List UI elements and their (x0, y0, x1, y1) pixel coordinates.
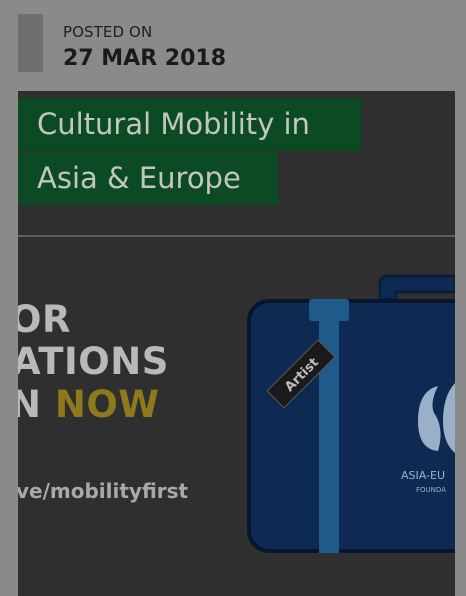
suitcase-illustration: Artist ASIA-EU FOUNDA (247, 274, 455, 553)
date-accent-bar (18, 14, 43, 72)
posted-on-label: POSTED ON (63, 23, 153, 41)
featured-image[interactable]: Cultural Mobility in Asia & Europe OR AT… (18, 91, 455, 596)
posted-date: 27 MAR 2018 (63, 46, 227, 71)
logo-text-line-2: FOUNDA (416, 486, 446, 494)
suitcase-strap-buckle (309, 299, 349, 321)
suitcase-handle (378, 274, 455, 301)
suitcase-strap (319, 303, 339, 553)
logo-text-line-1: ASIA-EU (401, 469, 445, 482)
